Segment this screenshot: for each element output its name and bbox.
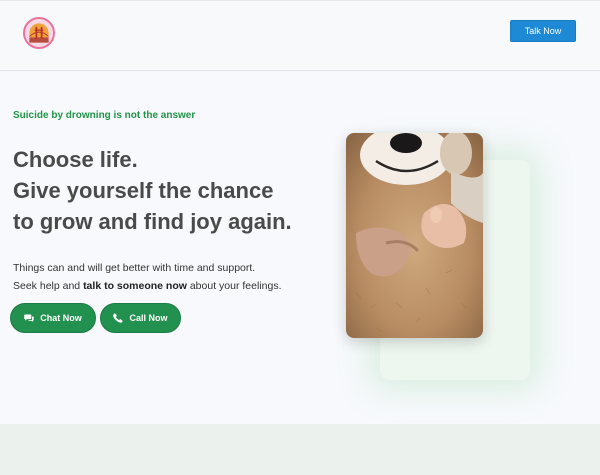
golden-gate-bridge-logo[interactable] — [23, 17, 55, 49]
chat-now-label: Chat Now — [40, 313, 82, 323]
hero-eyebrow: Suicide by drowning is not the answer — [13, 110, 196, 121]
hero-body: Things can and will get better with time… — [13, 259, 313, 295]
body-line-2-prefix: Seek help and — [13, 280, 84, 292]
phone-icon — [113, 313, 124, 323]
headline-strong: Choose life. — [13, 147, 138, 172]
hero-headline: Choose life. Give yourself the chance to… — [13, 144, 313, 237]
headline-line-1: Give yourself the chance — [13, 178, 274, 203]
headline-line-2: to grow and find joy again. — [13, 209, 292, 234]
body-line-2-bold: talk to someone now — [83, 280, 187, 292]
body-line-1: Things can and will get better with time… — [13, 262, 256, 274]
chat-bubbles-icon — [24, 313, 34, 323]
teddy-bear-photo — [346, 133, 483, 338]
call-now-button[interactable]: Call Now — [100, 303, 181, 333]
chat-now-button[interactable]: Chat Now — [10, 303, 96, 333]
body-line-2-suffix: about your feelings. — [186, 280, 282, 292]
site-header: Talk Now — [0, 0, 600, 71]
footer-band — [0, 424, 600, 475]
talk-now-button[interactable]: Talk Now — [510, 20, 576, 42]
call-now-label: Call Now — [129, 313, 168, 323]
